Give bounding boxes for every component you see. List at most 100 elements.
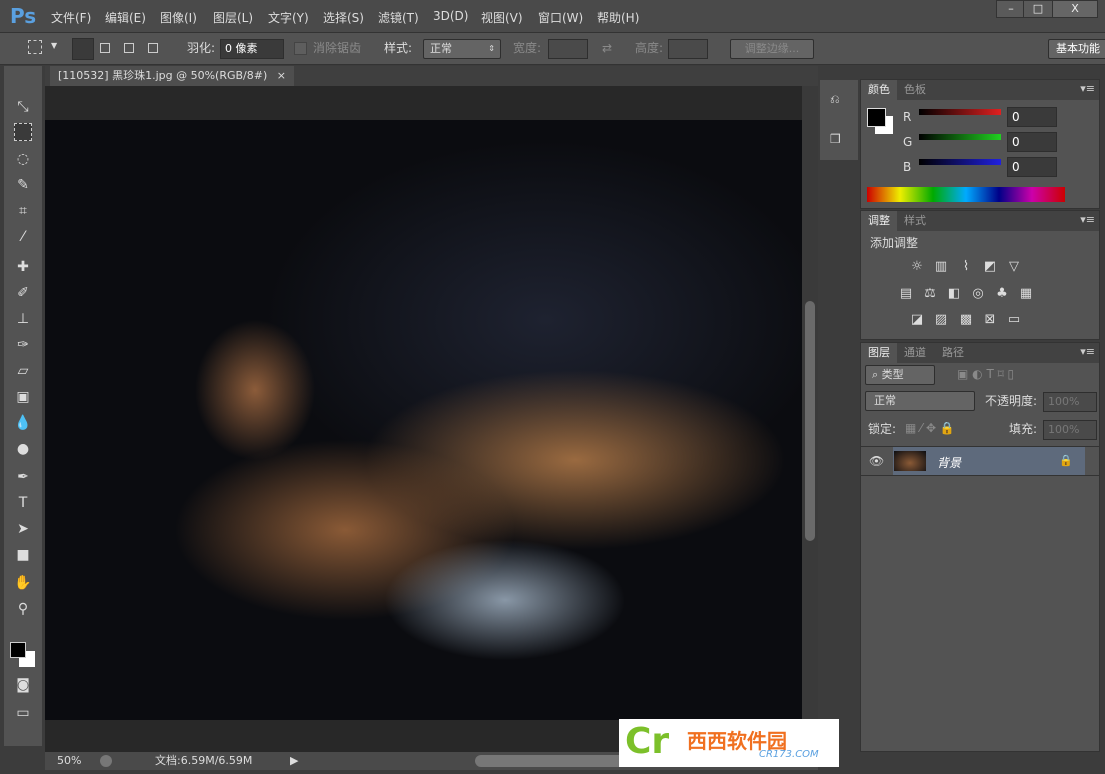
opacity-input[interactable]: 100% (1043, 392, 1097, 412)
channel-b-input[interactable]: 0 (1007, 157, 1057, 177)
quick-mask-icon[interactable]: ◙ (14, 676, 32, 694)
tab-layers[interactable]: 图层 (861, 343, 897, 363)
invert-icon[interactable]: ◪ (908, 312, 926, 328)
channel-mixer-icon[interactable]: ♣ (993, 286, 1011, 302)
history-panel-icon[interactable]: ⎌ (830, 92, 840, 107)
levels-icon[interactable]: ▥ (932, 259, 950, 275)
gradient-map-icon[interactable]: ▭ (1005, 312, 1023, 328)
hand-tool-icon[interactable]: ✋ (14, 574, 32, 592)
close-tab-icon[interactable]: × (277, 69, 286, 82)
menu-edit[interactable]: 编辑(E) (105, 9, 146, 26)
menu-layer[interactable]: 图层(L) (213, 9, 253, 26)
menu-select[interactable]: 选择(S) (323, 9, 364, 26)
photo-filter-icon[interactable]: ◎ (969, 286, 987, 302)
brightness-icon[interactable]: ☼ (908, 259, 926, 275)
stamp-tool-icon[interactable]: ⊥ (14, 310, 32, 328)
menu-help[interactable]: 帮助(H) (597, 9, 639, 26)
lock-options-icon[interactable]: ▦ ⁄ ✥ 🔒 (905, 421, 955, 435)
width-input[interactable] (548, 39, 588, 59)
move-tool-icon[interactable]: ⤡ (14, 98, 32, 116)
black-white-icon[interactable]: ◧ (945, 286, 963, 302)
tab-color[interactable]: 颜色 (861, 80, 897, 100)
gradient-tool-icon[interactable]: ▣ (14, 388, 32, 406)
fill-input[interactable]: 100% (1043, 420, 1097, 440)
new-selection-button[interactable] (72, 38, 94, 60)
type-tool-icon[interactable]: T (14, 494, 32, 512)
menu-image[interactable]: 图像(I) (160, 9, 197, 26)
height-input[interactable] (668, 39, 708, 59)
color-balance-icon[interactable]: ⚖ (921, 286, 939, 302)
blur-tool-icon[interactable]: 💧 (14, 414, 32, 432)
posterize-icon[interactable]: ▨ (932, 312, 950, 328)
menu-type[interactable]: 文字(Y) (268, 9, 309, 26)
tab-paths[interactable]: 路径 (935, 343, 971, 363)
foreground-color-swatch[interactable] (10, 642, 26, 658)
channel-r-input[interactable]: 0 (1007, 107, 1057, 127)
zoom-tool-icon[interactable]: ⚲ (14, 600, 32, 618)
hue-saturation-icon[interactable]: ▤ (897, 286, 915, 302)
tab-styles[interactable]: 样式 (897, 211, 933, 231)
antialias-checkbox[interactable] (294, 42, 307, 55)
channel-g-slider[interactable] (919, 134, 1001, 140)
panel-menu-icon[interactable]: ▾≡ (1080, 82, 1095, 95)
vibrance-icon[interactable]: ▽ (1005, 259, 1023, 275)
pen-tool-icon[interactable]: ✒ (14, 468, 32, 486)
menu-view[interactable]: 视图(V) (481, 9, 523, 26)
crop-tool-icon[interactable]: ⌗ (14, 202, 32, 220)
panel-menu-icon[interactable]: ▾≡ (1080, 345, 1095, 358)
threshold-icon[interactable]: ▩ (957, 312, 975, 328)
brush-tool-icon[interactable]: ✐ (14, 284, 32, 302)
layer-filter-select[interactable]: ⌕ 类型 (865, 365, 935, 385)
status-menu-arrow-icon[interactable]: ▶ (290, 752, 298, 770)
marquee-tool-icon[interactable] (14, 123, 32, 141)
scrollbar-thumb[interactable] (805, 301, 815, 541)
lasso-tool-icon[interactable]: ◌ (14, 150, 32, 168)
healing-brush-tool-icon[interactable]: ✚ (14, 258, 32, 276)
add-selection-button[interactable] (100, 43, 110, 53)
selective-color-icon[interactable]: ⊠ (981, 312, 999, 328)
channel-b-slider[interactable] (919, 159, 1001, 165)
tab-adjustments[interactable]: 调整 (861, 211, 897, 231)
panel-menu-icon[interactable]: ▾≡ (1080, 213, 1095, 226)
menu-filter[interactable]: 滤镜(T) (378, 9, 419, 26)
color-lookup-icon[interactable]: ▦ (1017, 286, 1035, 302)
channel-g-input[interactable]: 0 (1007, 132, 1057, 152)
quick-select-tool-icon[interactable]: ✎ (14, 176, 32, 194)
style-select[interactable]: 正常 ⇕ (423, 39, 501, 59)
vertical-scrollbar[interactable] (802, 86, 818, 752)
workspace-button[interactable]: 基本功能 (1048, 39, 1105, 59)
color-spectrum-bar[interactable] (867, 187, 1065, 202)
3d-panel-icon[interactable]: ❒ (830, 132, 841, 146)
marquee-preset-icon[interactable] (28, 40, 42, 54)
menu-file[interactable]: 文件(F) (51, 9, 91, 26)
filter-pixel-icon[interactable]: ▣ ◐ T ⌑ ▯ (957, 367, 1014, 381)
foreground-color-swatch[interactable] (867, 108, 886, 127)
subtract-selection-button[interactable] (124, 43, 134, 53)
close-button[interactable]: X (1052, 0, 1098, 18)
menu-3d[interactable]: 3D(D) (433, 9, 468, 23)
curves-icon[interactable]: ⌇ (957, 259, 975, 275)
minimize-button[interactable]: – (996, 0, 1026, 18)
blend-mode-select[interactable]: 正常 (865, 391, 975, 411)
chevron-down-icon[interactable]: ▼ (51, 41, 57, 50)
swap-icon[interactable]: ⇄ (602, 41, 612, 55)
visibility-eye-icon[interactable]: 👁 (869, 454, 884, 468)
status-info-icon[interactable] (100, 755, 112, 767)
rectangle-tool-icon[interactable]: ■ (14, 546, 32, 564)
eyedropper-tool-icon[interactable]: ⁄ (14, 228, 32, 246)
zoom-level[interactable]: 50% (57, 752, 81, 770)
canvas-area[interactable] (45, 86, 802, 752)
layer-row[interactable]: 👁 背景 🔒 (861, 446, 1099, 476)
dodge-tool-icon[interactable]: ● (14, 440, 32, 458)
layer-name[interactable]: 背景 (937, 454, 961, 471)
tab-channels[interactable]: 通道 (897, 343, 933, 363)
refine-edge-button[interactable]: 调整边缘... (730, 39, 814, 59)
tab-swatches[interactable]: 色板 (897, 80, 933, 100)
path-select-tool-icon[interactable]: ➤ (14, 520, 32, 538)
channel-r-slider[interactable] (919, 109, 1001, 115)
eraser-tool-icon[interactable]: ▱ (14, 362, 32, 380)
feather-input[interactable]: 0 像素 (220, 39, 284, 59)
screen-mode-icon[interactable]: ▭ (14, 704, 32, 722)
document-tab[interactable]: [110532] 黑珍珠1.jpg @ 50%(RGB/8#) × (50, 66, 294, 86)
exposure-icon[interactable]: ◩ (981, 259, 999, 275)
